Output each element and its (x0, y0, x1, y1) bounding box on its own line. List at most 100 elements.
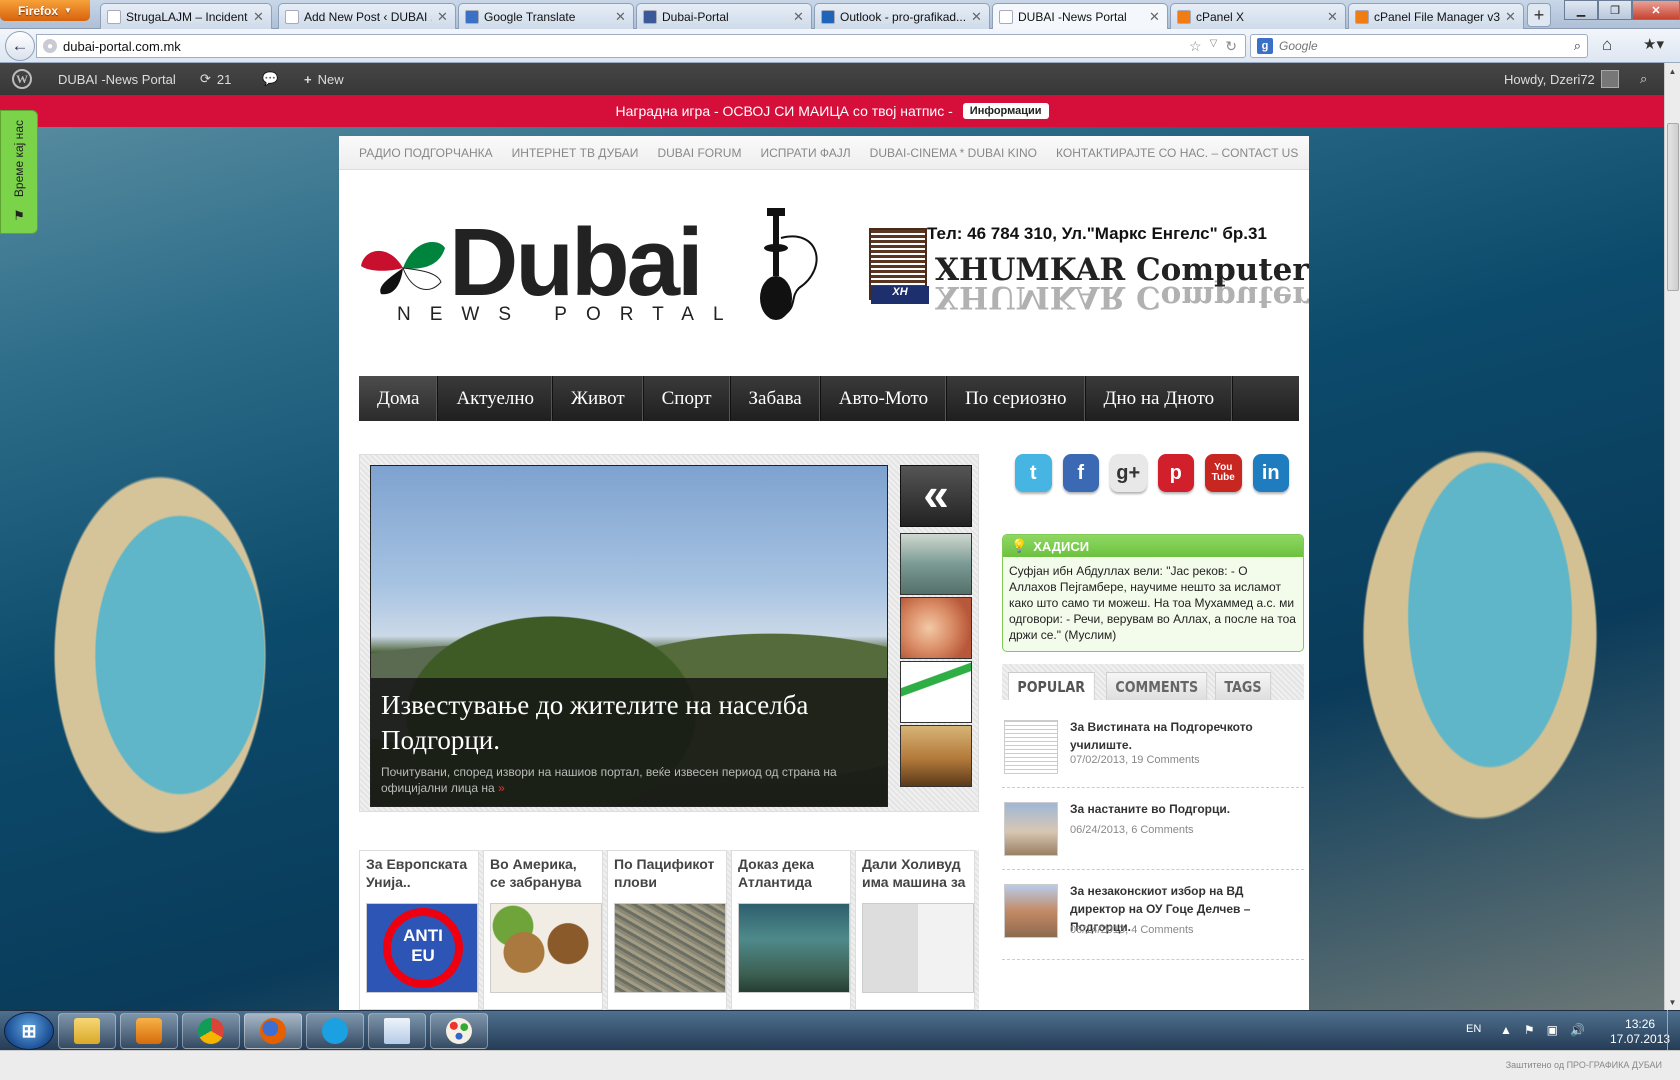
close-tab-icon[interactable]: ✕ (437, 9, 449, 25)
start-button[interactable]: ⊞ (4, 1012, 54, 1050)
category-image-walnuts[interactable] (490, 903, 602, 993)
taskbar-wordpad[interactable] (368, 1013, 426, 1049)
new-tab-button[interactable]: + (1527, 3, 1551, 27)
category-image-ocean-debris[interactable] (614, 903, 726, 993)
category-card[interactable]: Дали Холивуд има машина за (855, 850, 975, 1010)
browser-tab[interactable]: cPanel File Manager v3 ✕ (1348, 3, 1524, 29)
close-tab-icon[interactable]: ✕ (1505, 9, 1517, 25)
address-bar[interactable]: ● dubai-portal.com.mk ☆ ▽ ↻ (36, 34, 1246, 58)
taskbar-media-player[interactable] (120, 1013, 178, 1049)
wp-logo-menu[interactable]: W (12, 63, 32, 95)
slide-thumbnail-pen[interactable] (900, 661, 972, 723)
taskbar-paint[interactable] (430, 1013, 488, 1049)
main-nav-item[interactable]: Дно на Дното (1086, 376, 1234, 421)
pinterest-icon[interactable]: p (1157, 454, 1194, 492)
taskbar-explorer[interactable] (58, 1013, 116, 1049)
wp-comments-link[interactable]: 💬 (262, 63, 278, 95)
close-window-button[interactable]: ✕ (1632, 0, 1680, 20)
google-engine-icon[interactable]: g (1257, 38, 1273, 54)
tray-expand-icon[interactable]: ▲ (1500, 1023, 1512, 1037)
top-menu-link[interactable]: DUBAI-CINEMA * DUBAI KINO (870, 146, 1037, 160)
advertisement-banner[interactable]: XH Тел: 46 784 310, Ул."Маркс Енгелс" бр… (869, 216, 1309, 326)
category-title[interactable]: За Европската Унија.. (366, 855, 472, 901)
scroll-up-icon[interactable]: ▲ (1665, 63, 1680, 79)
slide-thumbnail-hospital[interactable] (900, 533, 972, 595)
page-scrollbar[interactable]: ▲ ▼ (1664, 63, 1680, 1010)
youtube-icon[interactable]: You Tube (1205, 454, 1242, 492)
top-menu-link[interactable]: РАДИО ПОДГОРЧАНКА (359, 146, 493, 160)
bookmark-star-icon[interactable]: ☆ (1189, 38, 1202, 55)
main-nav-item[interactable]: Забава (731, 376, 821, 421)
scrollbar-thumb[interactable] (1667, 123, 1679, 291)
main-nav-item[interactable]: Живот (553, 376, 644, 421)
category-image-atlantis-ruins[interactable] (738, 903, 850, 993)
close-tab-icon[interactable]: ✕ (793, 9, 805, 25)
category-title[interactable]: Дали Холивуд има машина за (862, 855, 968, 901)
browser-tab[interactable]: Dubai-Portal ✕ (636, 3, 812, 29)
taskbar-skype[interactable] (306, 1013, 364, 1049)
wp-updates-link[interactable]: ⟳ 21 (200, 63, 231, 95)
wp-site-link[interactable]: DUBAI -News Portal (58, 63, 176, 95)
volume-icon[interactable]: 🔊 (1570, 1023, 1585, 1037)
post-thumbnail[interactable] (1004, 802, 1058, 856)
show-desktop-button[interactable] (1667, 1010, 1680, 1050)
browser-tab[interactable]: Outlook - pro-grafikad... ✕ (814, 3, 990, 29)
main-nav-item[interactable]: По сериозно (947, 376, 1086, 421)
facebook-icon[interactable]: f (1062, 454, 1099, 492)
wp-account-menu[interactable]: Howdy, Dzeri72 (1504, 63, 1619, 95)
category-title[interactable]: Доказ дека Атлантида (738, 855, 844, 901)
close-tab-icon[interactable]: ✕ (1149, 9, 1161, 25)
maximize-button[interactable]: ❐ (1598, 0, 1632, 20)
search-input[interactable] (1279, 39, 1568, 53)
history-dropdown-icon[interactable]: ▽ (1210, 38, 1218, 55)
category-card[interactable]: Во Америка, се забранува (483, 850, 603, 1010)
close-tab-icon[interactable]: ✕ (971, 9, 983, 25)
twitter-icon[interactable]: t (1015, 454, 1052, 492)
category-card[interactable]: За Европската Унија.. ANTI EU (359, 850, 479, 1010)
minimize-button[interactable]: ▁ (1564, 0, 1598, 20)
bookmarks-menu-icon[interactable]: ★▾ (1643, 35, 1664, 53)
post-comments-link[interactable]: 19 Comments (1131, 754, 1199, 766)
linkedin-icon[interactable]: in (1252, 454, 1289, 492)
browser-tab[interactable]: Google Translate ✕ (458, 3, 634, 29)
slide-thumbnail-baby[interactable] (900, 597, 972, 659)
top-menu-link[interactable]: DUBAI FORUM (657, 146, 741, 160)
sidebar-tab-tags[interactable]: TAGS (1215, 672, 1272, 700)
close-tab-icon[interactable]: ✕ (1327, 9, 1339, 25)
close-tab-icon[interactable]: ✕ (253, 9, 265, 25)
action-center-flag-icon[interactable]: ⚑ (1524, 1023, 1535, 1037)
category-image-two-portraits[interactable] (862, 903, 974, 993)
post-title-link[interactable]: За настаните во Подгорци. (1070, 800, 1300, 818)
top-menu-link[interactable]: ИНТЕРНЕТ ТВ ДУБАИ (512, 146, 639, 160)
slide-title[interactable]: Известување до жителите на населба Подго… (381, 688, 879, 758)
read-more-link[interactable]: » (498, 781, 505, 795)
browser-tab[interactable]: DUBAI -News Portal ✕ (992, 3, 1168, 30)
close-tab-icon[interactable]: ✕ (615, 9, 627, 25)
reload-icon[interactable]: ↻ (1225, 38, 1237, 55)
top-menu-link[interactable]: КОНТАКТИРАЈТЕ СО НАС. – CONTACT US (1056, 146, 1298, 160)
wp-new-content[interactable]: + New (304, 63, 344, 95)
main-nav-item[interactable]: Спорт (644, 376, 731, 421)
scroll-down-icon[interactable]: ▼ (1665, 994, 1680, 1010)
post-comments-link[interactable]: 4 Comments (1131, 924, 1193, 936)
category-card[interactable]: По Пацификот плови (607, 850, 727, 1010)
google-plus-icon[interactable]: g+ (1110, 454, 1147, 492)
category-image-anti-eu-sign[interactable]: ANTI EU (366, 903, 478, 993)
main-nav-item[interactable]: Авто-Мото (821, 376, 948, 421)
post-comments-link[interactable]: 6 Comments (1131, 824, 1193, 836)
clock[interactable]: 13:26 17.07.2013 (1610, 1017, 1670, 1047)
wp-search-button[interactable]: ⌕ (1640, 63, 1647, 95)
post-thumbnail[interactable] (1004, 884, 1058, 938)
weather-side-tab[interactable]: Време кај нас ⚑ (0, 110, 38, 234)
category-card[interactable]: Доказ дека Атлантида (731, 850, 851, 1010)
back-button[interactable]: ← (5, 31, 35, 61)
post-thumbnail[interactable] (1004, 720, 1058, 774)
category-title[interactable]: По Пацификот плови (614, 855, 720, 901)
language-indicator[interactable]: EN (1466, 1023, 1481, 1035)
browser-tab[interactable]: cPanel X ✕ (1170, 3, 1346, 29)
search-magnifier-icon[interactable]: ⌕ (1574, 38, 1581, 54)
slide-main-image[interactable]: Известување до жителите на населба Подго… (370, 465, 888, 807)
main-nav-item[interactable]: Дома (359, 376, 439, 421)
slide-thumbnail-car[interactable] (900, 725, 972, 787)
network-icon[interactable]: ▣ (1547, 1023, 1558, 1037)
